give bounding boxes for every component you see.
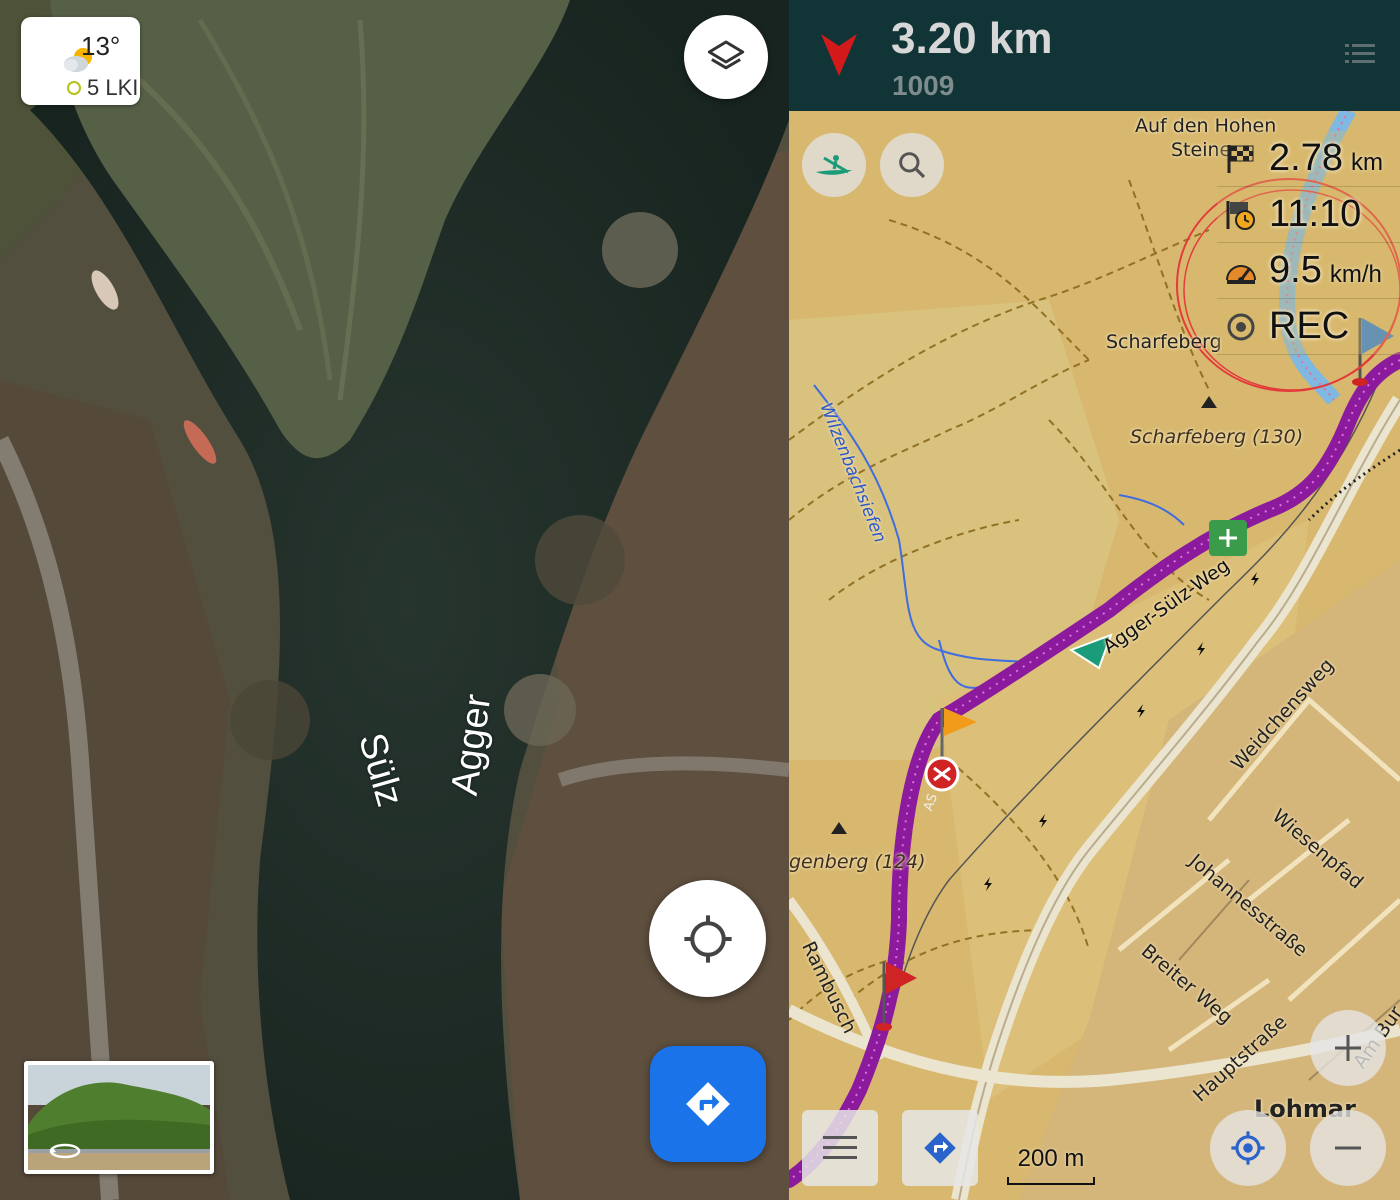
- widget-value: 9.5: [1269, 249, 1322, 291]
- speed-icon: [1221, 251, 1261, 291]
- air-quality: 5 LKI: [67, 75, 138, 101]
- kayak-icon: [816, 155, 852, 175]
- widget-value: 11:10: [1269, 193, 1362, 235]
- widget-value: 2.78: [1269, 137, 1343, 179]
- arrival-time-icon: [1221, 195, 1261, 235]
- my-location-icon: [683, 914, 732, 963]
- directions-icon: [686, 1082, 730, 1126]
- navigation-top-bar[interactable]: 3.20 km 1009: [789, 0, 1400, 111]
- my-location-button[interactable]: [1210, 1110, 1286, 1186]
- distance-to-turn: 3.20 km: [891, 14, 1053, 63]
- plus-icon: [1335, 1035, 1361, 1061]
- zoom-in-button[interactable]: [1310, 1010, 1386, 1086]
- profile-kayak-button[interactable]: [802, 133, 866, 197]
- air-quality-text: 5 LKI: [87, 75, 139, 100]
- zoom-out-button[interactable]: [1310, 1110, 1386, 1186]
- minus-icon: [1335, 1146, 1361, 1150]
- widget-unit: km/h: [1329, 260, 1382, 288]
- widget-unit: km: [1350, 148, 1383, 176]
- nav-info-widgets: 2.78 km 11:10 9.5 km/h REC: [1217, 131, 1400, 355]
- street-view-thumbnail[interactable]: [24, 1061, 214, 1174]
- scale-text: 200 m: [1017, 1145, 1085, 1172]
- satellite-imagery[interactable]: [0, 0, 789, 1200]
- search-button[interactable]: [880, 133, 944, 197]
- place-label-scharfeberg: Scharfeberg: [1106, 331, 1222, 353]
- widget-arrival-time[interactable]: 11:10: [1217, 187, 1400, 243]
- street-view-rotate-icon: [49, 1143, 81, 1159]
- record-icon: [1221, 307, 1261, 347]
- list-menu-icon[interactable]: [1345, 42, 1375, 64]
- my-location-icon: [1231, 1131, 1265, 1165]
- peak-label-genberg: genberg (124): [789, 851, 926, 873]
- widget-distance-remaining[interactable]: 2.78 km: [1217, 131, 1400, 187]
- search-icon: [899, 152, 926, 179]
- main-menu-button[interactable]: [802, 1110, 878, 1186]
- directions-button[interactable]: [650, 1046, 766, 1162]
- next-street-name: 1009: [892, 70, 955, 101]
- temperature-text: 13°: [81, 31, 121, 61]
- turn-direction-icon: [821, 34, 857, 76]
- osmand-map-panel[interactable]: 3.20 km 1009 Auf den Hohen Steine Scharf…: [789, 0, 1400, 1200]
- peak-label-scharfeberg: Scharfeberg (130): [1130, 426, 1304, 448]
- widget-trip-recording[interactable]: REC: [1217, 299, 1400, 355]
- finish-flag-icon: [1221, 139, 1261, 179]
- my-location-button[interactable]: [649, 880, 766, 997]
- directions-icon: [924, 1132, 956, 1164]
- layers-icon: [707, 40, 745, 70]
- widget-speed[interactable]: 9.5 km/h: [1217, 243, 1400, 299]
- widget-value: REC: [1269, 305, 1350, 347]
- weather-card[interactable]: 13° 5 LKI: [21, 17, 140, 105]
- air-quality-dot-icon: [67, 81, 81, 95]
- map-scale: 200 m: [1007, 1145, 1095, 1185]
- layers-button[interactable]: [684, 15, 768, 99]
- route-planning-button[interactable]: [902, 1110, 978, 1186]
- scale-bar: [1007, 1177, 1095, 1185]
- satellite-map-panel[interactable]: 13° 5 LKI Sülz Agger: [0, 0, 789, 1200]
- hamburger-menu-icon: [823, 1136, 857, 1159]
